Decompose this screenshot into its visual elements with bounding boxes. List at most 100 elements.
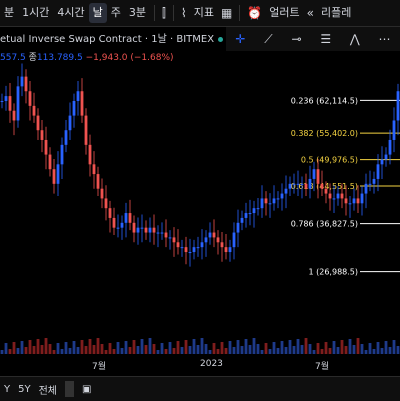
volume-bar [112,349,116,354]
candle-body [236,222,240,233]
pattern-icon[interactable]: ⋀ [350,32,360,46]
interval-3m[interactable]: 3분 [125,0,150,26]
candle-body [272,198,276,204]
volume-bar [64,342,68,354]
candle-body [360,193,364,204]
volume-bar [360,344,364,354]
volume-bar [164,349,168,354]
alert-icon[interactable]: ⏰ [244,6,265,20]
candle-body [8,96,12,111]
fib-icon[interactable]: ☰ [320,32,331,46]
replay-icon[interactable]: « [304,6,317,20]
candle-body [120,222,124,228]
trendline-icon[interactable]: ⟋ [264,32,272,47]
volume-bar [220,342,224,354]
range-bar: Y 5Y 전체 ▣ [0,376,400,401]
candle-body [160,232,164,234]
volume-bar [24,347,28,354]
volume-bar [88,339,92,354]
more-icon[interactable]: ⋯ [379,32,391,46]
candle-body [124,213,128,223]
x-tick-label: 7월 [315,362,330,372]
volume-bar [244,339,248,354]
indicators-icon[interactable]: ⌇ [178,6,190,20]
candle-body [200,242,204,248]
candle-body [28,91,32,106]
alert-label[interactable]: 얼러트 [265,0,303,26]
volume-bar [396,346,400,354]
volume-bar [160,343,164,354]
candle-body [20,76,24,87]
replay-label[interactable]: 리플레 [317,0,355,26]
symbol-title[interactable]: etual Inverse Swap Contract · 1날 · BITME… [0,30,224,45]
volume-bar [28,340,32,354]
range-5y[interactable]: 5Y [14,384,34,395]
candle-body [292,183,296,185]
volume-bar [8,349,12,354]
layouts-icon[interactable]: ▦ [218,6,235,20]
interval-1h[interactable]: 1시간 [18,0,53,26]
candle-body [68,115,72,131]
fib-level-label: 0.5 (49,976.5) [301,156,358,165]
candle-body [220,242,224,248]
fib-retracement[interactable]: 0 (72,965.0)0.236 (62,114.5)0.382 (55,40… [291,56,400,277]
volume-bar [364,350,368,354]
candle-style-icon[interactable]: ⫿ [159,6,169,21]
candlestick-series [0,63,400,267]
time-axis[interactable]: 7월 2023 7월 [0,355,400,373]
candle-body [396,91,400,121]
candle-body [224,247,228,253]
interval-day[interactable]: 날 [88,3,107,23]
volume-bar [272,342,276,354]
volume-bar [144,345,148,354]
volume-bar [152,344,156,354]
candle-body [296,183,300,185]
candle-body [384,154,388,160]
candle-body [140,227,144,229]
interval-minute[interactable]: 분 [0,0,18,26]
candle-body [12,110,16,121]
volume-bar [276,348,280,354]
horizontal-line-icon[interactable]: ⊸ [291,32,301,46]
volume-bar [208,350,212,354]
candle-body [300,183,304,185]
indicators-label[interactable]: 지표 [190,0,218,26]
calendar-icon[interactable]: ▣ [78,384,95,395]
volume-bar [108,343,112,354]
candle-body [260,198,264,209]
top-toolbar: 분 1시간 4시간 날 주 3분 ⫿ ⌇ 지표 ▦ ⏰ 얼러트 « 리플레 [0,0,400,27]
volume-bar [192,339,196,354]
candle-body [32,105,36,116]
volume-bar [240,346,244,354]
drawing-toolbar: ✛ ⟋ ⊸ ☰ ⋀ ⋯ [226,27,400,51]
volume-bar [4,343,8,354]
range-all[interactable]: 전체 [35,382,61,397]
price-chart[interactable]: 0 (72,965.0)0.236 (62,114.5)0.382 (55,40… [0,56,400,356]
volume-bar [96,338,100,354]
volume-bar [0,350,4,354]
interval-4h[interactable]: 4시간 [53,0,88,26]
volume-bar [120,348,124,354]
candle-body [212,232,216,238]
volume-bar [392,340,396,354]
candle-body [192,247,196,253]
candle-body [304,183,308,189]
candle-body [136,227,140,233]
volume-bar [104,350,108,354]
candle-body [112,217,116,228]
crosshair-icon[interactable]: ✛ [235,32,245,46]
candle-body [172,237,176,243]
candle-body [216,237,220,243]
volume-bar [80,340,84,354]
volume-bar [288,340,292,354]
volume-bar [292,346,296,354]
volume-bar [332,341,336,354]
volume-bar [224,348,228,354]
interval-week[interactable]: 주 [107,0,125,26]
volume-bar [356,338,360,354]
divider [154,5,155,21]
range-1y[interactable]: Y [0,384,14,395]
volume-bar [340,340,344,354]
volume-bar [344,346,348,354]
candle-body [364,183,368,194]
